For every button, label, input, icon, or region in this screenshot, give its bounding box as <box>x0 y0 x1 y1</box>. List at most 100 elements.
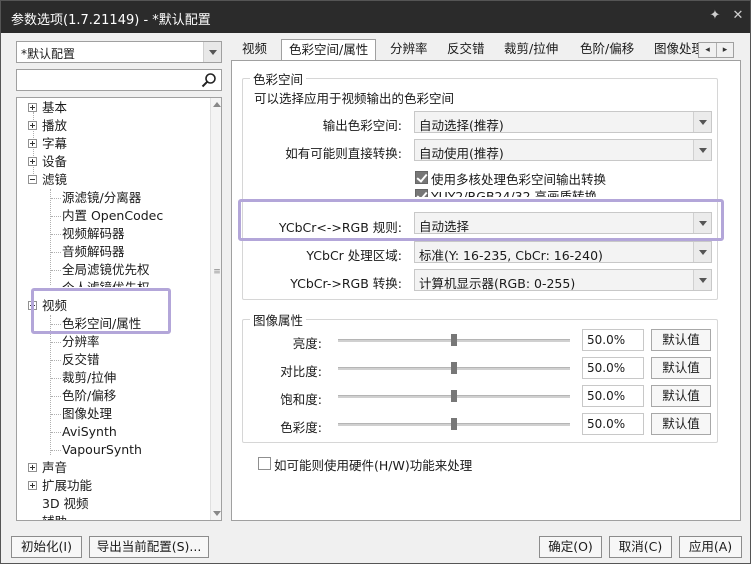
multicore-checkbox[interactable] <box>415 171 428 184</box>
expand-plus-icon[interactable] <box>28 139 37 148</box>
brightness-value-box[interactable]: 50.0% <box>582 329 644 351</box>
tab-resolution[interactable]: 分辨率 <box>383 39 435 61</box>
tree-item-filters[interactable]: 滤镜 <box>28 171 67 189</box>
tree-item-crop-stretch[interactable]: 裁剪/拉伸 <box>62 369 116 387</box>
saturation-value: 50.0% <box>587 389 626 403</box>
ycbcr-convert-select[interactable]: 计算机显示器(RGB: 0-255) <box>414 269 712 291</box>
colorspace-group-title: 色彩空间 <box>250 69 307 88</box>
scroll-down-icon[interactable] <box>213 511 221 516</box>
ycbcr-range-label: YCbCr 处理区域: <box>306 248 402 263</box>
direct-convert-value: 自动使用(推荐) <box>419 146 504 161</box>
tree-item-global-filter-priority[interactable]: 全局滤镜优先权 <box>62 261 150 279</box>
yuv-hq-checkbox[interactable] <box>415 189 428 197</box>
tree-item-resolution[interactable]: 分辨率 <box>62 333 100 351</box>
tree-item-image-processing[interactable]: 图像处理 <box>62 405 112 423</box>
tree-line <box>51 252 61 253</box>
saturation-value-box[interactable]: 50.0% <box>582 385 644 407</box>
brightness-default-button[interactable]: 默认值 <box>651 329 711 351</box>
tab-video[interactable]: 视频 <box>235 39 274 61</box>
tree-item-audio-decoder[interactable]: 音频解码器 <box>62 243 125 261</box>
tree-item-assist[interactable]: 辅助 <box>42 513 67 520</box>
tree-item-source-filter[interactable]: 源滤镜/分离器 <box>62 189 141 207</box>
tab-scroll-left-icon[interactable]: ◂ <box>699 43 716 57</box>
scroll-up-icon[interactable] <box>213 102 221 107</box>
direct-convert-select[interactable]: 自动使用(推荐) <box>414 139 712 161</box>
saturation-slider-thumb[interactable] <box>451 390 457 402</box>
contrast-slider-thumb[interactable] <box>451 362 457 374</box>
tab-levels-offset[interactable]: 色阶/偏移 <box>573 39 641 61</box>
output-colorspace-label: 输出色彩空间: <box>322 118 402 133</box>
tree-item-extensions[interactable]: 扩展功能 <box>28 477 92 495</box>
tree-item-avisynth[interactable]: AviSynth <box>62 423 117 441</box>
direct-convert-label: 如有可能则直接转换: <box>285 146 402 161</box>
init-button[interactable]: 初始化(I) <box>11 536 82 558</box>
close-icon[interactable]: ✕ <box>729 7 747 25</box>
hue-slider-thumb[interactable] <box>451 418 457 430</box>
tree-item-deinterlace[interactable]: 反交错 <box>62 351 100 369</box>
tree-item-3d-video[interactable]: 3D 视频 <box>42 495 89 513</box>
tree-item-vapoursynth[interactable]: VapourSynth <box>62 441 142 459</box>
yuv-hq-label: YUY2/RGB24/32 高画质转换 <box>431 189 598 197</box>
ycbcr-range-select[interactable]: 标准(Y: 16-235, CbCr: 16-240) <box>414 241 712 263</box>
highlight-box-rule <box>238 199 724 241</box>
search-icon[interactable] <box>201 72 217 88</box>
contrast-label: 对比度: <box>280 364 322 379</box>
tab-scroll-buttons: ◂ ▸ <box>698 42 734 58</box>
tree-line <box>51 378 61 379</box>
tree-line <box>51 342 61 343</box>
contrast-default-button[interactable]: 默认值 <box>651 357 711 379</box>
tree-item-opencodec[interactable]: 内置 OpenCodec <box>62 207 163 225</box>
tree-item-devices[interactable]: 设备 <box>28 153 67 171</box>
chevron-down-icon[interactable] <box>693 242 711 262</box>
yuv-row-clip: YUY2/RGB24/32 高画质转换 <box>415 188 655 197</box>
ycbcr-convert-label: YCbCr->RGB 转换: <box>290 276 402 291</box>
expand-plus-icon[interactable] <box>28 463 37 472</box>
tab-scroll-right-icon[interactable]: ▸ <box>716 43 733 57</box>
title-bar: 参数选项(1.7.21149) - *默认配置 ✦ ✕ <box>1 1 750 33</box>
tree-scrollbar[interactable]: ≡ <box>210 98 221 520</box>
chevron-down-icon[interactable] <box>693 112 711 132</box>
tree-item-subtitles[interactable]: 字幕 <box>28 135 67 153</box>
tree-item-video-decoder[interactable]: 视频解码器 <box>62 225 125 243</box>
contrast-value-box[interactable]: 50.0% <box>582 357 644 379</box>
tab-crop-stretch[interactable]: 裁剪/拉伸 <box>497 39 565 61</box>
tab-content: 色彩空间 可以选择应用于视频输出的色彩空间 输出色彩空间: 自动选择(推荐) 如… <box>231 60 741 521</box>
hw-checkbox[interactable] <box>258 457 271 470</box>
chevron-down-icon[interactable] <box>693 270 711 290</box>
saturation-default-button[interactable]: 默认值 <box>651 385 711 407</box>
hue-default-button[interactable]: 默认值 <box>651 413 711 435</box>
expand-plus-icon[interactable] <box>28 481 37 490</box>
expand-plus-icon[interactable] <box>28 157 37 166</box>
search-box[interactable] <box>16 69 222 91</box>
tree-line <box>51 450 61 451</box>
tree-item-audio[interactable]: 声音 <box>28 459 67 477</box>
tree-item-basic[interactable]: 基本 <box>28 99 67 117</box>
search-input[interactable] <box>19 72 199 88</box>
chevron-down-icon[interactable] <box>203 42 221 62</box>
tree-line <box>51 270 61 271</box>
tree-item-personal-filter-priority[interactable]: 个人滤镜优先权 <box>62 279 150 287</box>
tree-line <box>50 315 51 455</box>
tab-colorspace[interactable]: 色彩空间/属性 <box>281 39 377 62</box>
output-colorspace-select[interactable]: 自动选择(推荐) <box>414 111 712 133</box>
tree-item-levels-offset[interactable]: 色阶/偏移 <box>62 387 116 405</box>
tab-image-processing[interactable]: 图像处理 <box>647 39 699 61</box>
profile-select[interactable]: *默认配置 <box>16 41 222 63</box>
chevron-down-icon[interactable] <box>693 140 711 160</box>
expand-plus-icon[interactable] <box>28 103 37 112</box>
profile-select-value: *默认配置 <box>21 47 76 61</box>
apply-button[interactable]: 应用(A) <box>679 536 742 558</box>
export-config-button[interactable]: 导出当前配置(S)... <box>89 536 209 558</box>
expand-plus-icon[interactable] <box>28 121 37 130</box>
cancel-button[interactable]: 取消(C) <box>609 536 672 558</box>
window-title: 参数选项(1.7.21149) - *默认配置 <box>11 13 211 28</box>
tab-deinterlace[interactable]: 反交错 <box>440 39 492 61</box>
scroll-grip-icon[interactable]: ≡ <box>213 268 221 277</box>
brightness-slider-thumb[interactable] <box>451 334 457 346</box>
hue-value-box[interactable]: 50.0% <box>582 413 644 435</box>
ok-button[interactable]: 确定(O) <box>539 536 602 558</box>
pin-icon[interactable]: ✦ <box>706 7 724 25</box>
tree-item-playback[interactable]: 播放 <box>28 117 67 135</box>
image-props-group-title: 图像属性 <box>250 310 307 329</box>
collapse-minus-icon[interactable] <box>28 175 37 184</box>
